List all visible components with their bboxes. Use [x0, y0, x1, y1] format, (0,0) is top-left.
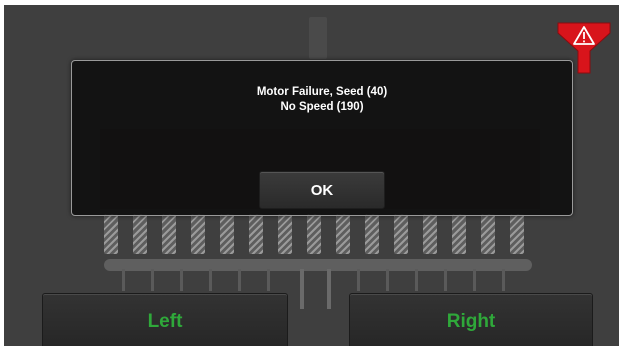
row-unit — [510, 214, 524, 254]
ok-button[interactable]: OK — [259, 171, 385, 209]
toolbar-stem — [209, 269, 212, 291]
right-button[interactable]: Right — [349, 293, 593, 346]
toolbar-stem — [180, 269, 183, 291]
ok-button-label: OK — [310, 181, 334, 199]
toolbar-stem — [151, 269, 154, 291]
alarm-dialog: Motor Failure, Seed (40) No Speed (190) … — [71, 60, 573, 216]
row-units — [104, 214, 534, 256]
row-unit — [307, 214, 321, 254]
toolbar-stem — [386, 269, 389, 291]
right-button-label: Right — [446, 311, 496, 332]
row-unit — [220, 214, 234, 254]
row-unit — [423, 214, 437, 254]
row-unit — [481, 214, 495, 254]
alarm-message: Motor Failure, Seed (40) No Speed (190) — [72, 85, 572, 115]
alarm-message-line2: No Speed (190) — [280, 101, 364, 113]
toolbar-stem — [502, 269, 505, 291]
toolbar-stem — [415, 269, 418, 291]
toolbar-stem — [357, 269, 360, 291]
row-unit — [452, 214, 466, 254]
row-unit — [191, 214, 205, 254]
toolbar-bar — [104, 259, 532, 271]
row-unit — [394, 214, 408, 254]
row-unit — [365, 214, 379, 254]
row-unit — [249, 214, 263, 254]
toolbar-stem — [444, 269, 447, 291]
toolbar-stem — [238, 269, 241, 291]
left-button[interactable]: Left — [42, 293, 288, 346]
alarm-message-line1: Motor Failure, Seed (40) — [256, 86, 388, 98]
toolbar-stem — [122, 269, 125, 291]
toolbar-center-stem — [327, 269, 331, 309]
row-unit — [133, 214, 147, 254]
row-unit — [278, 214, 292, 254]
toolbar-stem — [267, 269, 270, 291]
left-button-label: Left — [147, 311, 183, 332]
toolbar-center-stem — [300, 269, 304, 309]
machine-hopper-post — [309, 17, 327, 59]
row-unit — [162, 214, 176, 254]
row-unit — [104, 214, 118, 254]
toolbar-stem — [473, 269, 476, 291]
screen: Left Right Motor Failure, Seed (40) No S… — [4, 5, 619, 346]
row-unit — [336, 214, 350, 254]
